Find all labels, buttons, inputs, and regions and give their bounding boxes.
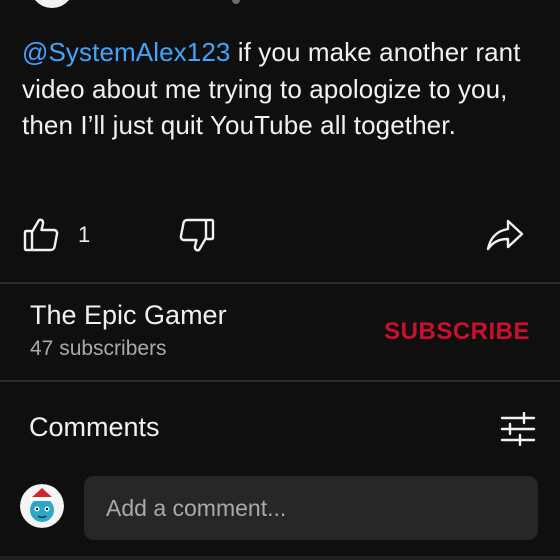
user-avatar[interactable] bbox=[20, 484, 64, 528]
channel-avatar[interactable] bbox=[30, 0, 74, 8]
channel-name[interactable]: The Epic Gamer bbox=[30, 300, 227, 331]
like-count: 1 bbox=[78, 222, 91, 247]
add-comment-row: Add a comment... bbox=[0, 474, 560, 544]
like-button[interactable]: 1 bbox=[22, 216, 90, 254]
subscribe-button[interactable]: SUBSCRIBE bbox=[384, 318, 530, 346]
comments-header[interactable]: Comments bbox=[0, 382, 560, 472]
post-actions: 1 bbox=[0, 210, 560, 260]
post-body: @SystemAlex123 if you make another rant … bbox=[22, 34, 542, 144]
channel-row[interactable]: The Epic Gamer 47 subscribers SUBSCRIBE bbox=[0, 284, 560, 380]
bottom-divider bbox=[0, 556, 560, 560]
mention-link[interactable]: @SystemAlex123 bbox=[22, 37, 230, 67]
thumbs-up-icon bbox=[23, 218, 59, 252]
post-header bbox=[0, 0, 560, 10]
dislike-button[interactable] bbox=[178, 216, 216, 254]
user-avatar-image bbox=[20, 484, 64, 528]
subscriber-count: 47 subscribers bbox=[30, 337, 167, 360]
comments-title: Comments bbox=[29, 412, 160, 442]
sort-comments-button[interactable] bbox=[500, 411, 536, 447]
thumbs-down-icon bbox=[179, 218, 215, 252]
share-arrow-icon bbox=[486, 219, 524, 251]
add-comment-input[interactable]: Add a comment... bbox=[84, 476, 538, 540]
header-separator-dot bbox=[232, 0, 240, 4]
sliders-icon bbox=[500, 411, 536, 447]
share-button[interactable] bbox=[486, 218, 524, 252]
